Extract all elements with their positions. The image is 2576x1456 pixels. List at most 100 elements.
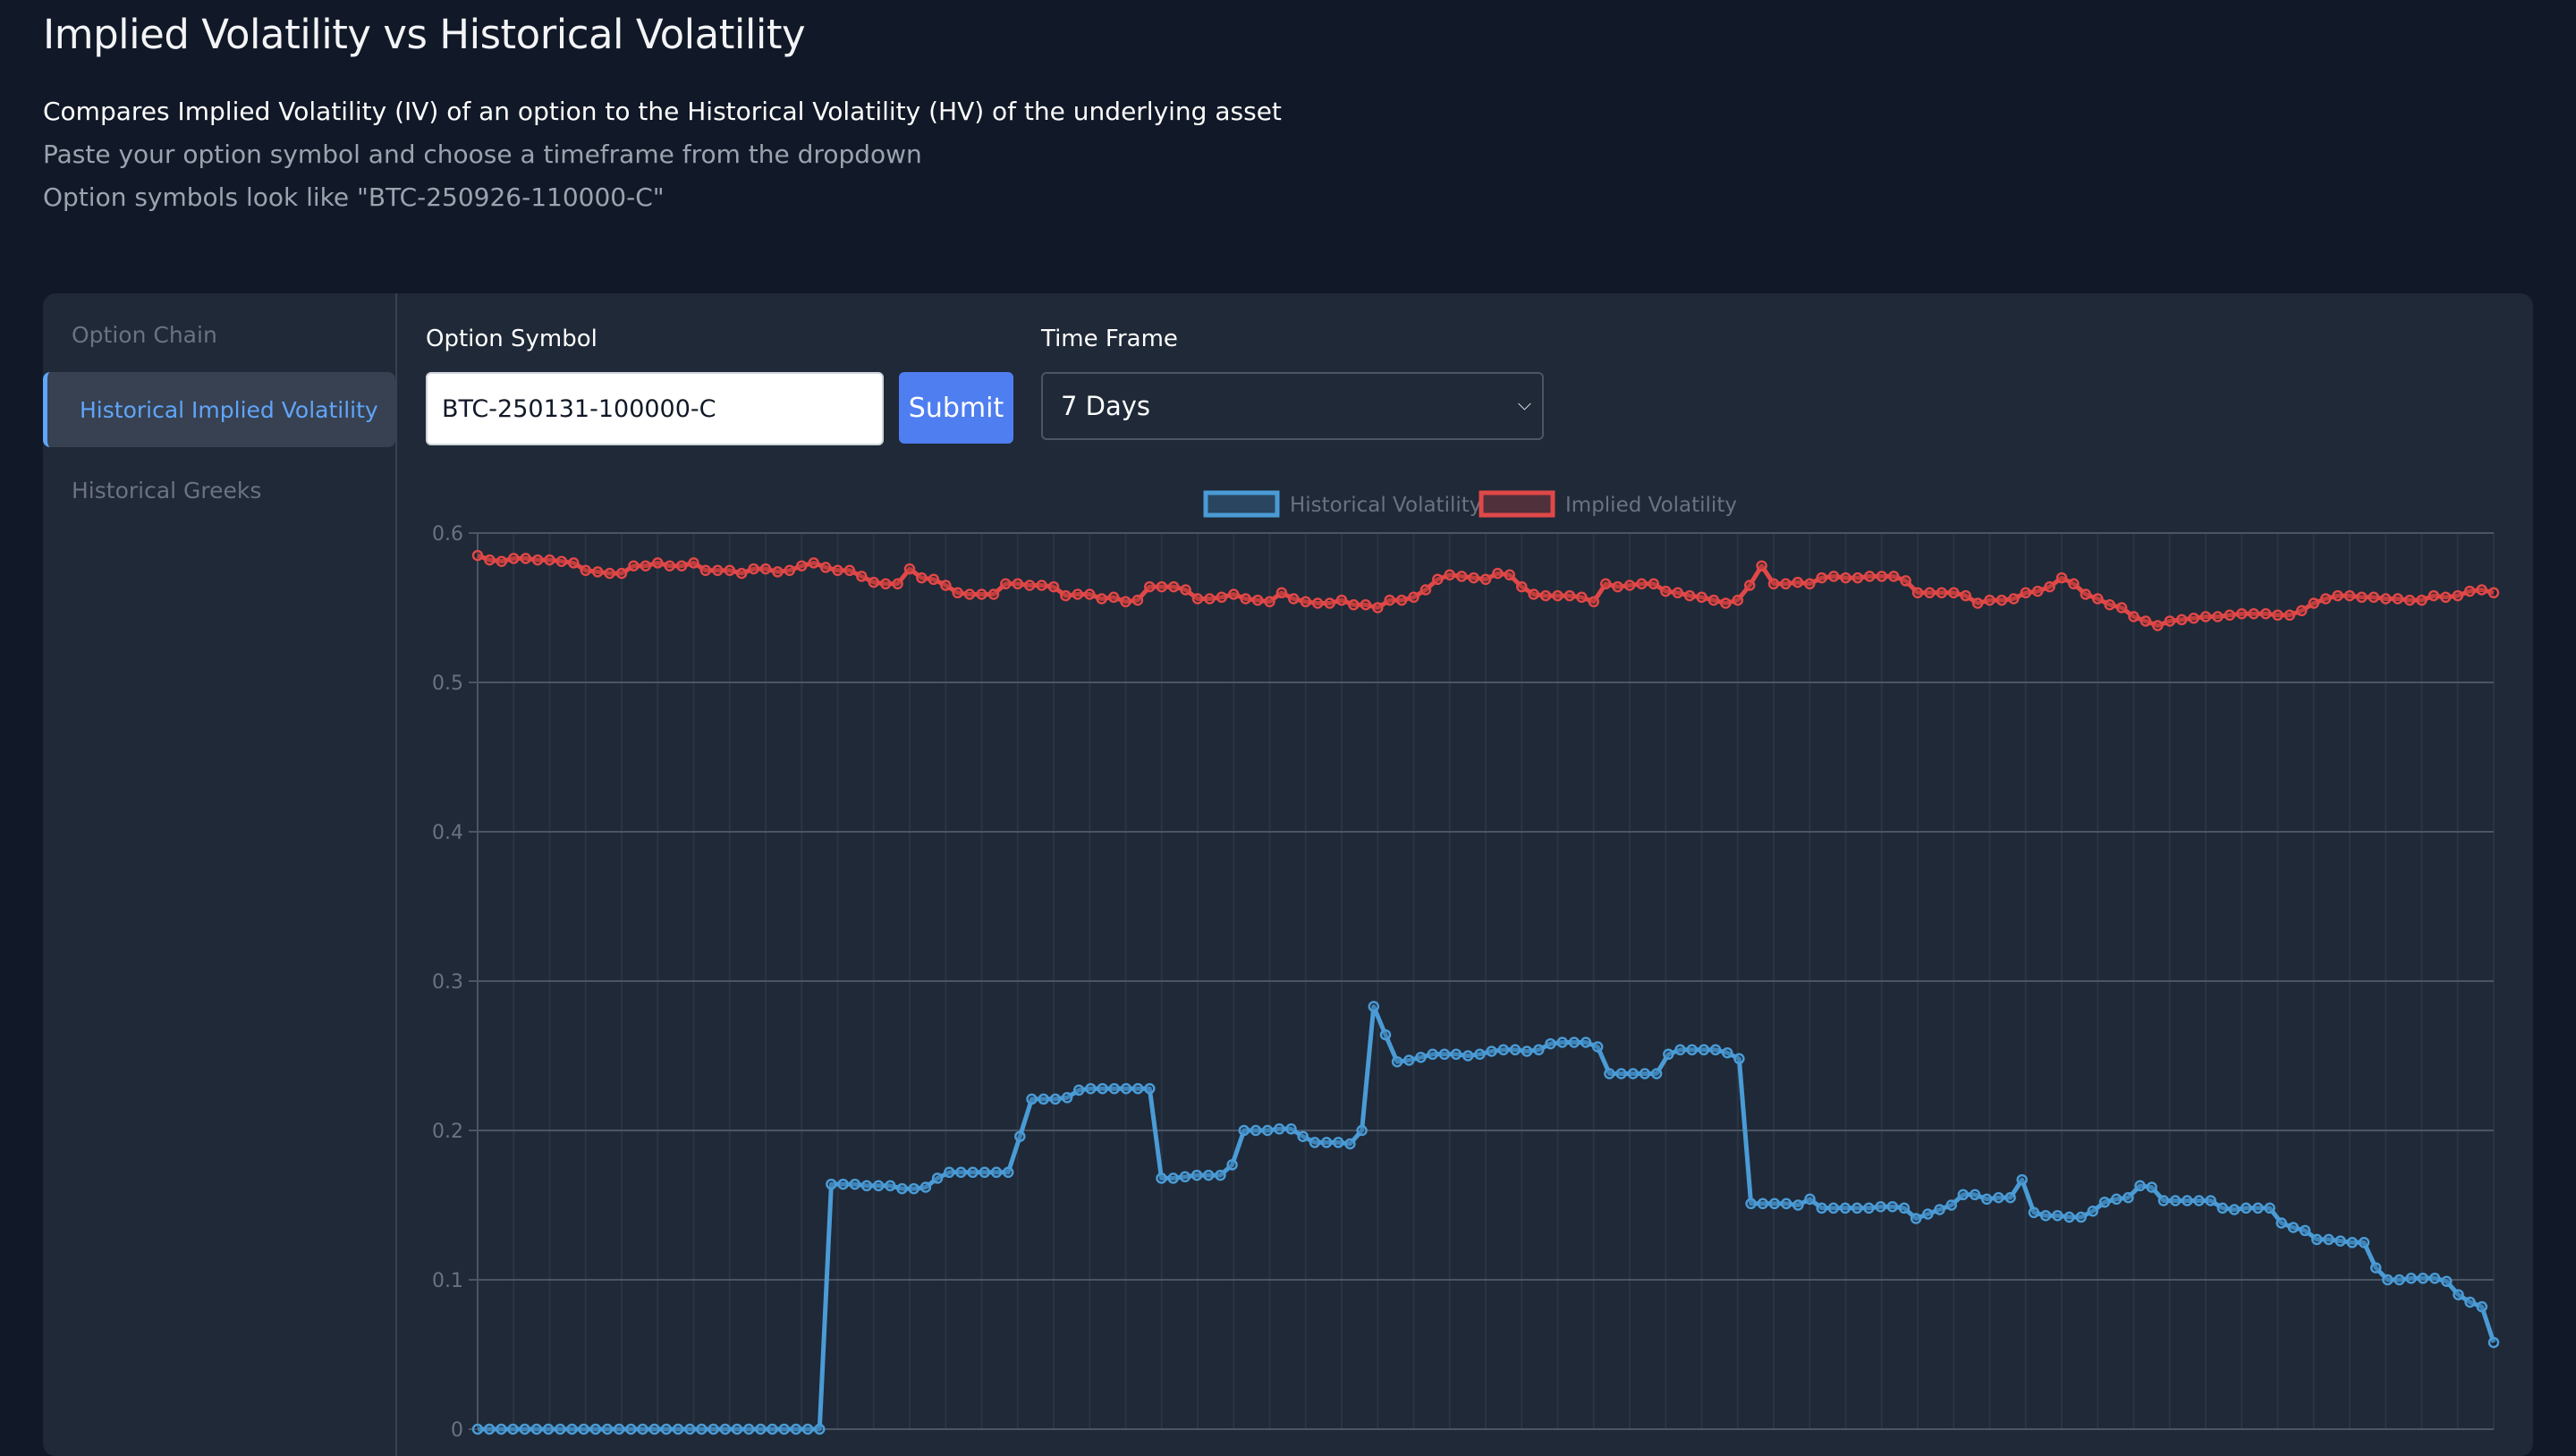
data-point-historical (801, 1423, 814, 1435)
data-point-historical (955, 1166, 967, 1179)
data-point-implied (1528, 588, 1539, 600)
data-point-historical (1226, 1159, 1238, 1171)
data-point-historical (2358, 1237, 2370, 1249)
data-point-implied (1552, 589, 1563, 602)
data-point-implied (832, 564, 843, 577)
data-point-implied (843, 564, 856, 577)
data-point-historical (601, 1423, 614, 1435)
data-point-historical (1993, 1191, 2004, 1204)
data-point-historical (2299, 1224, 2311, 1237)
data-point-historical (719, 1423, 732, 1435)
data-point-historical (2098, 1196, 2111, 1208)
data-point-implied (1707, 594, 1720, 606)
data-point-historical (2110, 1193, 2123, 1206)
data-point-historical (2157, 1195, 2170, 1206)
data-point-historical (2087, 1205, 2099, 1217)
data-point-implied (496, 555, 508, 567)
chart-grid (469, 532, 2495, 1430)
data-point-historical (1851, 1202, 1863, 1215)
data-point-historical (660, 1423, 673, 1435)
data-point-historical (2441, 1275, 2453, 1287)
data-point-implied (1372, 602, 1384, 614)
legend-item-historical[interactable]: Historical Volatility (1203, 490, 1481, 518)
data-point-implied (1479, 573, 1492, 586)
data-point-historical (1639, 1068, 1651, 1079)
data-point-implied (712, 564, 724, 577)
data-point-historical (826, 1178, 837, 1190)
data-point-historical (1745, 1198, 1757, 1210)
data-point-implied (784, 564, 796, 577)
data-point-implied (1876, 571, 1888, 582)
data-point-implied (963, 588, 976, 600)
data-point-implied (1107, 591, 1120, 604)
data-point-implied (2188, 612, 2199, 624)
page-instruction: Paste your option symbol and choose a ti… (43, 140, 922, 169)
data-point-implied (1251, 594, 1264, 606)
data-point-historical (2228, 1204, 2241, 1215)
data-point-historical (1886, 1200, 1899, 1213)
data-point-implied (1395, 594, 1408, 606)
data-point-historical (684, 1423, 696, 1435)
data-point-historical (990, 1166, 1003, 1179)
data-point-implied (2368, 591, 2380, 604)
data-point-historical (1368, 1001, 1380, 1012)
data-point-implied (652, 557, 664, 569)
data-point-historical (1674, 1044, 1686, 1056)
chart-legend[interactable]: Historical Volatility Implied Volatility (1203, 490, 1737, 518)
data-point-implied (1588, 596, 1600, 608)
data-point-historical (944, 1166, 955, 1179)
data-point-historical (2287, 1222, 2300, 1233)
data-point-historical (519, 1423, 530, 1435)
data-point-implied (2236, 607, 2248, 620)
data-point-implied (2463, 585, 2476, 597)
data-point-implied (1047, 580, 1060, 593)
data-point-implied (1455, 571, 1468, 582)
data-point-implied (796, 560, 808, 571)
data-point-implied (1936, 587, 1948, 599)
data-point-historical (1533, 1044, 1545, 1056)
data-point-implied (2164, 615, 2176, 627)
data-point-implied (580, 564, 592, 577)
data-point-implied (1816, 571, 1827, 584)
data-point-implied (916, 571, 928, 584)
data-point-historical (1698, 1044, 1710, 1056)
data-point-implied (1767, 578, 1780, 590)
data-point-implied (2044, 580, 2055, 593)
data-point-historical (555, 1423, 566, 1435)
data-point-historical (1438, 1048, 1451, 1061)
data-point-historical (1898, 1202, 1911, 1215)
data-point-historical (896, 1182, 908, 1195)
data-point-historical (814, 1423, 826, 1435)
y-tick-label: 0.5 (432, 673, 463, 695)
data-point-implied (1900, 575, 1911, 587)
data-point-historical (1780, 1198, 1792, 1210)
data-point-historical (1721, 1046, 1733, 1059)
data-point-historical (696, 1423, 708, 1435)
data-point-implied (628, 560, 640, 571)
data-point-implied (1516, 580, 1528, 593)
data-point-implied (940, 580, 952, 591)
data-point-implied (1000, 578, 1012, 590)
data-point-implied (508, 553, 520, 564)
data-point-historical (778, 1423, 790, 1435)
data-point-implied (735, 567, 748, 580)
data-point-implied (1971, 597, 1984, 609)
data-point-historical (1969, 1189, 1981, 1201)
data-point-implied (699, 564, 712, 577)
data-point-implied (664, 560, 675, 571)
data-point-implied (1504, 569, 1516, 581)
data-point-historical (767, 1423, 778, 1435)
data-point-implied (1887, 571, 1900, 582)
data-point-historical (1344, 1138, 1356, 1150)
data-point-implied (2248, 607, 2259, 620)
data-point-implied (1827, 571, 1840, 582)
data-point-historical (507, 1423, 519, 1435)
legend-item-implied[interactable]: Implied Volatility (1479, 490, 1737, 518)
data-point-implied (568, 557, 580, 569)
data-point-historical (2016, 1173, 2028, 1186)
data-point-implied (2080, 588, 2092, 600)
legend-label-implied: Implied Volatility (1565, 494, 1737, 517)
data-point-implied (724, 564, 736, 577)
data-point-implied (1288, 593, 1300, 605)
data-point-historical (672, 1423, 684, 1435)
